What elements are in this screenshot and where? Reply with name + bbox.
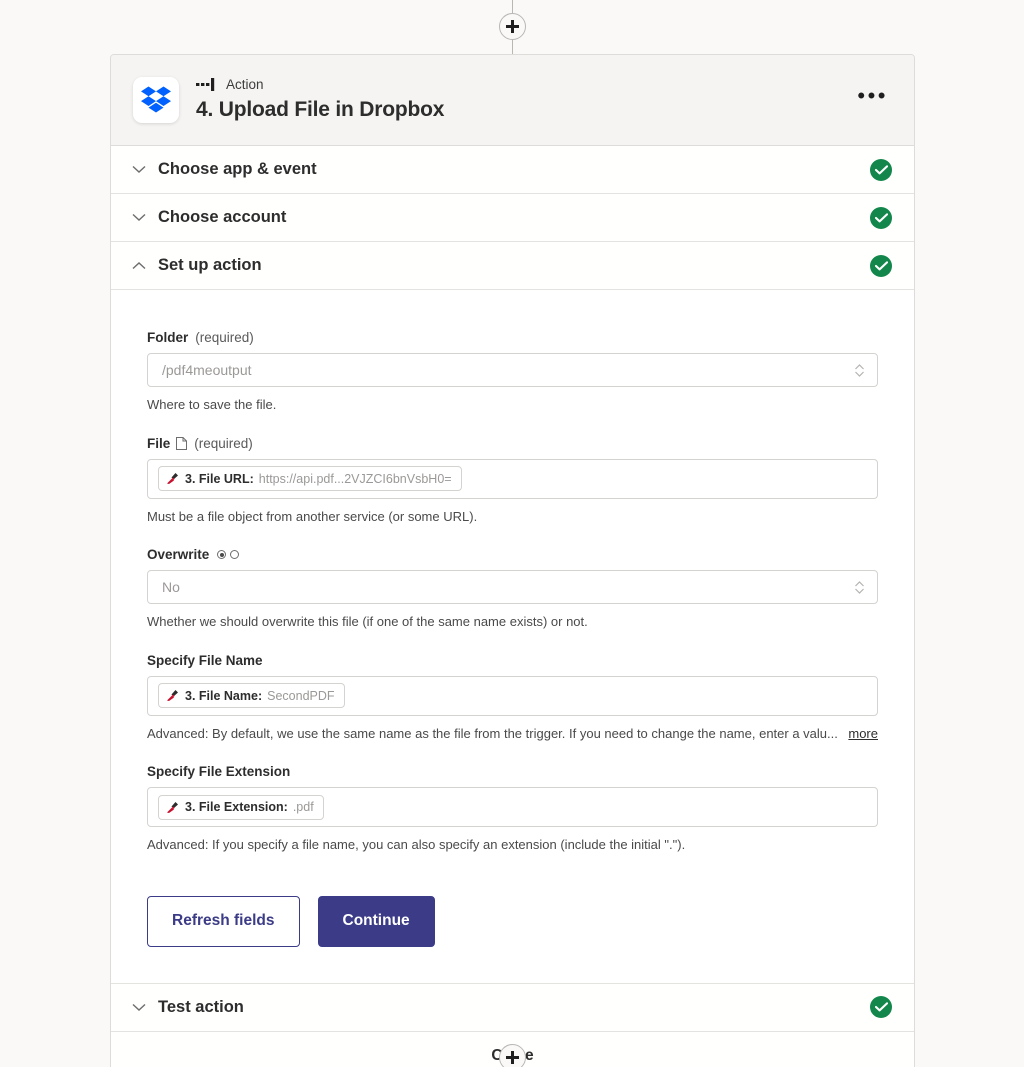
step-header-text: Action 4. Upload File in Dropbox (196, 78, 853, 122)
token-value: https://api.pdf...2VJZCI6bnVsbH0= (259, 472, 452, 486)
check-circle-icon (870, 255, 892, 277)
field-label: Specify File Name (147, 653, 263, 668)
plus-icon (506, 1051, 519, 1064)
helper-text: Where to save the file. (147, 396, 878, 414)
section-header-test-action[interactable]: Test action (111, 984, 914, 1032)
token-chip-file-name[interactable]: 3. File Name: SecondPDF (158, 683, 345, 708)
radio-selected-icon[interactable] (217, 550, 226, 559)
field-label-row: Overwrite (147, 547, 878, 562)
overwrite-select-value: No (162, 579, 853, 595)
overwrite-select[interactable]: No (147, 570, 878, 604)
field-specify-file-extension: Specify File Extension 3. File Extension… (133, 764, 892, 854)
section-label: Set up action (158, 256, 870, 275)
refresh-fields-button[interactable]: Refresh fields (147, 896, 300, 947)
field-helper: Advanced: If you specify a file name, yo… (147, 836, 878, 854)
field-required-note: (required) (195, 330, 254, 345)
token-key: 3. File Extension: (185, 800, 288, 814)
action-step-card: Action 4. Upload File in Dropbox ••• Cho… (110, 54, 915, 1067)
chevron-down-icon (131, 999, 147, 1015)
file-name-input[interactable]: 3. File Name: SecondPDF (147, 676, 878, 716)
helper-text: Advanced: If you specify a file name, yo… (147, 836, 878, 854)
field-label: Folder (147, 330, 188, 345)
section-label: Choose app & event (158, 160, 870, 179)
token-value: SecondPDF (267, 689, 334, 703)
field-label-row: File (required) (147, 436, 878, 451)
folder-select[interactable]: /pdf4meoutput (147, 353, 878, 387)
field-label-row: Folder (required) (147, 330, 878, 345)
helper-text: Advanced: By default, we use the same na… (147, 725, 840, 743)
check-circle-icon (870, 159, 892, 181)
field-label-row: Specify File Extension (147, 764, 878, 779)
field-helper: Must be a file object from another servi… (147, 508, 878, 526)
field-file: File (required) 3. File URL: (133, 436, 892, 526)
overwrite-mode-toggle[interactable] (217, 550, 239, 559)
field-label-row: Specify File Name (147, 653, 878, 668)
token-value: .pdf (293, 800, 314, 814)
page-title: 4. Upload File in Dropbox (196, 98, 853, 122)
token-key: 3. File Name: (185, 689, 262, 703)
stepper-updown-icon (853, 580, 865, 595)
workflow-editor-canvas: Action 4. Upload File in Dropbox ••• Cho… (0, 0, 1024, 1067)
field-specify-file-name: Specify File Name 3. File Name: SecondPD… (133, 653, 892, 743)
field-label: Overwrite (147, 547, 209, 562)
token-chip-file-url[interactable]: 3. File URL: https://api.pdf...2VJZCI6bn… (158, 466, 462, 491)
chevron-down-icon (131, 162, 147, 178)
pdf4me-icon (166, 801, 179, 814)
dropbox-app-tile (133, 77, 179, 123)
more-link[interactable]: more (848, 725, 878, 743)
field-label: Specify File Extension (147, 764, 290, 779)
section-header-choose-account[interactable]: Choose account (111, 194, 914, 242)
add-step-below-button[interactable] (499, 1044, 526, 1067)
radio-unselected-icon[interactable] (230, 550, 239, 559)
field-required-note: (required) (194, 436, 253, 451)
dropbox-icon (141, 86, 171, 115)
field-overwrite: Overwrite No Wheth (133, 547, 892, 631)
helper-text: Must be a file object from another servi… (147, 508, 878, 526)
token-chip-file-extension[interactable]: 3. File Extension: .pdf (158, 795, 324, 820)
token-key: 3. File URL: (185, 472, 254, 486)
chevron-up-icon (131, 258, 147, 274)
stepper-updown-icon (853, 363, 865, 378)
chevron-down-icon (131, 210, 147, 226)
kebab-menu-icon[interactable]: ••• (853, 92, 892, 109)
continue-button[interactable]: Continue (318, 896, 435, 947)
plus-icon (506, 20, 519, 33)
add-step-above-button[interactable] (499, 13, 526, 40)
field-helper: Whether we should overwrite this file (i… (147, 613, 878, 631)
pdf4me-icon (166, 689, 179, 702)
step-kicker: Action (196, 78, 853, 92)
step-type-label: Action (226, 78, 264, 92)
field-helper: Where to save the file. (147, 396, 878, 414)
file-extension-input[interactable]: 3. File Extension: .pdf (147, 787, 878, 827)
section-header-set-up-action[interactable]: Set up action (111, 242, 914, 290)
field-label: File (147, 436, 170, 451)
set-up-action-body: Folder (required) /pdf4meoutput Where to… (111, 290, 914, 984)
action-buttons: Refresh fields Continue (133, 876, 892, 983)
pdf4me-icon (166, 472, 179, 485)
action-step-icon (196, 78, 218, 91)
field-folder: Folder (required) /pdf4meoutput Where to… (133, 330, 892, 414)
section-header-choose-app-event[interactable]: Choose app & event (111, 146, 914, 194)
field-helper: Advanced: By default, we use the same na… (147, 725, 878, 743)
step-card-header: Action 4. Upload File in Dropbox ••• (111, 55, 914, 146)
check-circle-icon (870, 996, 892, 1018)
file-icon (176, 437, 187, 450)
section-label: Test action (158, 998, 870, 1017)
check-circle-icon (870, 207, 892, 229)
file-input[interactable]: 3. File URL: https://api.pdf...2VJZCI6bn… (147, 459, 878, 499)
helper-text: Whether we should overwrite this file (i… (147, 613, 878, 631)
folder-select-value: /pdf4meoutput (162, 362, 853, 378)
section-label: Choose account (158, 208, 870, 227)
